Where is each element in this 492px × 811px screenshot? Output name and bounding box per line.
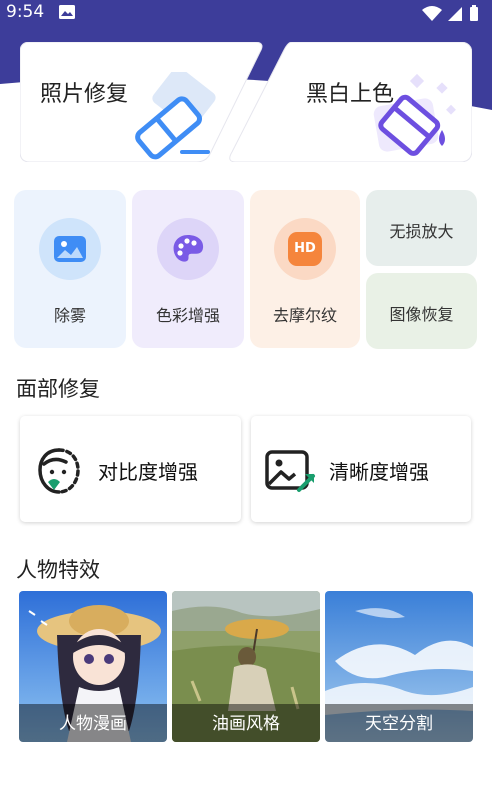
wifi-icon <box>422 6 442 21</box>
tool-label: 除雾 <box>53 306 86 325</box>
effect-label: 人物漫画 <box>59 714 127 734</box>
status-time: 9:54 <box>6 2 45 22</box>
clarity-enhance-card[interactable]: 清晰度增强 <box>251 416 471 522</box>
face-item-label: 对比度增强 <box>98 460 198 484</box>
signal-icon <box>448 7 462 21</box>
section-title-effects: 人物特效 <box>16 558 100 582</box>
palette-icon <box>173 235 204 262</box>
tool-image-restore[interactable]: 图像恢复 <box>366 273 477 349</box>
tool-defog[interactable]: 除雾 <box>14 190 126 348</box>
tool-label: 无损放大 <box>389 222 454 241</box>
tool-demoire[interactable]: HD 去摩尔纹 <box>250 190 360 348</box>
battery-icon <box>470 5 478 21</box>
face-contrast-icon <box>38 448 80 494</box>
section-title-face: 面部修复 <box>16 377 100 401</box>
tool-label: 色彩增强 <box>155 306 220 325</box>
effect-label: 天空分割 <box>365 714 433 734</box>
status-bar: 9:54 <box>0 0 492 26</box>
image-enhance-icon <box>265 450 315 492</box>
hero-label: 照片修复 <box>40 82 129 107</box>
eraser-icon <box>135 72 216 160</box>
hd-icon: HD <box>288 232 322 266</box>
effect-oil-painting-card[interactable]: 油画风格 <box>172 591 320 742</box>
tool-lossless-upscale[interactable]: 无损放大 <box>366 190 477 266</box>
effect-sky-segment-card[interactable]: 天空分割 <box>325 591 473 742</box>
tool-color-enhance[interactable]: 色彩增强 <box>132 190 244 348</box>
image-icon <box>54 236 86 262</box>
effect-label: 油画风格 <box>212 714 280 734</box>
image-notification-icon <box>59 5 75 19</box>
effect-anime-card[interactable]: 人物漫画 <box>19 591 167 742</box>
contrast-enhance-card[interactable]: 对比度增强 <box>20 416 241 522</box>
tool-label: 去摩尔纹 <box>272 306 337 325</box>
tool-label: 图像恢复 <box>389 305 454 324</box>
face-item-label: 清晰度增强 <box>329 460 429 484</box>
colorize-card[interactable]: 黑白上色 <box>228 42 472 162</box>
paint-bucket-icon <box>373 73 456 156</box>
status-icons <box>422 5 478 21</box>
